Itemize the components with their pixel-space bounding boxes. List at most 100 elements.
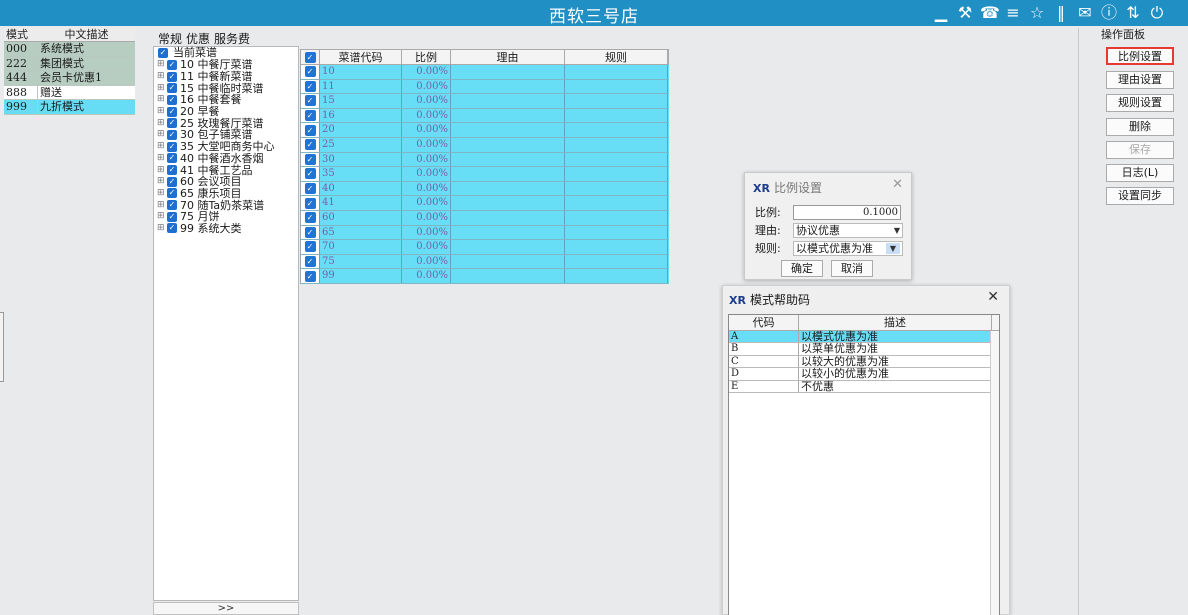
grid-cell-rate[interactable]: 0.00%	[402, 137, 451, 152]
expand-icon[interactable]: ⊞	[157, 71, 167, 82]
row-checkbox[interactable]: ✓	[301, 123, 320, 137]
grid-cell-rule[interactable]	[565, 254, 668, 269]
grid-cell-rate[interactable]: 0.00%	[402, 108, 451, 123]
grid-cell-code[interactable]: 40	[320, 181, 402, 196]
vertical-scrollbar[interactable]	[990, 331, 999, 615]
checkbox-checked-icon[interactable]: ✓	[167, 118, 177, 129]
row-checkbox[interactable]: ✓	[301, 210, 320, 225]
checkbox-checked-icon[interactable]: ✓	[167, 165, 177, 176]
grid-cell-reason[interactable]	[451, 79, 565, 94]
expand-icon[interactable]: ⊞	[157, 59, 167, 70]
tree-expand-more-button[interactable]: >>	[153, 602, 299, 615]
tree-item[interactable]: ⊞ ✓ 40 中餐酒水香烟	[154, 153, 298, 165]
tree-item[interactable]: ⊞ ✓ 60 会议项目	[154, 176, 298, 188]
grid-cell-rule[interactable]	[565, 108, 668, 123]
grid-cell-reason[interactable]	[451, 181, 565, 196]
grid-cell-rule[interactable]	[565, 79, 668, 94]
side-collapse-handle[interactable]	[0, 312, 4, 382]
grid-cell-code[interactable]: 65	[320, 225, 402, 240]
expand-icon[interactable]: ⊞	[157, 176, 167, 187]
col-header-desc[interactable]: 描述	[799, 315, 992, 330]
grid-cell-rule[interactable]	[565, 240, 668, 254]
mode-row[interactable]: 222 集团模式	[4, 56, 135, 71]
row-checkbox[interactable]: ✓	[301, 65, 320, 79]
row-checkbox[interactable]: ✓	[301, 108, 320, 123]
grid-cell-rule[interactable]	[565, 269, 668, 283]
tree-item[interactable]: ⊞ ✓ 16 中餐套餐	[154, 94, 298, 106]
checkbox-checked-icon[interactable]: ✓	[167, 71, 177, 82]
grid-cell-rule[interactable]	[565, 167, 668, 181]
grid-cell-rule[interactable]	[565, 123, 668, 137]
bars-icon[interactable]: ‖	[1052, 3, 1070, 23]
chevron-down-icon[interactable]: ▼	[886, 242, 900, 254]
grid-cell-reason[interactable]	[451, 240, 565, 254]
checkbox-checked-icon[interactable]: ✓	[158, 48, 168, 58]
rule-setting-button[interactable]: 规则设置	[1106, 94, 1174, 112]
grid-row[interactable]: ✓ 16 0.00%	[300, 108, 669, 124]
tree-item[interactable]: ⊞ ✓ 99 系统大类	[154, 223, 298, 235]
power-icon[interactable]: ⏻	[1148, 3, 1166, 23]
col-header-rate[interactable]: 比例	[402, 50, 451, 64]
expand-icon[interactable]: ⊞	[157, 223, 167, 234]
grid-cell-reason[interactable]	[451, 108, 565, 123]
checkbox-checked-icon[interactable]: ✓	[167, 200, 177, 211]
grid-cell-reason[interactable]	[451, 269, 565, 283]
mode-row[interactable]: 444 会员卡优惠1	[4, 71, 135, 86]
expand-icon[interactable]: ⊞	[157, 153, 167, 164]
tree-item[interactable]: ⊞ ✓ 75 月饼	[154, 211, 298, 223]
grid-cell-rate[interactable]: 0.00%	[402, 210, 451, 225]
grid-cell-rate[interactable]: 0.00%	[402, 152, 451, 167]
checkbox-checked-icon[interactable]: ✓	[167, 153, 177, 164]
tree-item[interactable]: ⊞ ✓ 11 中餐新菜谱	[154, 71, 298, 83]
expand-icon[interactable]: ⊞	[157, 141, 167, 152]
expand-icon[interactable]: ⊞	[157, 200, 167, 211]
row-checkbox[interactable]: ✓	[301, 254, 320, 269]
grid-cell-reason[interactable]	[451, 94, 565, 108]
log-button[interactable]: 日志(L)	[1106, 164, 1174, 182]
grid-row[interactable]: ✓ 75 0.00%	[300, 254, 669, 270]
reason-select[interactable]: 协议优惠 ▼	[793, 222, 903, 238]
grid-cell-rate[interactable]: 0.00%	[402, 269, 451, 283]
grid-cell-code[interactable]: 75	[320, 254, 402, 269]
mode-row-selected[interactable]: 999 九折模式	[4, 100, 135, 115]
reason-setting-button[interactable]: 理由设置	[1106, 71, 1174, 89]
menu-icon[interactable]: ≡	[1004, 3, 1022, 23]
grid-cell-code[interactable]: 30	[320, 152, 402, 167]
close-icon[interactable]: ✕	[892, 177, 903, 192]
checkbox-checked-icon[interactable]: ✓	[167, 83, 177, 94]
grid-cell-rule[interactable]	[565, 94, 668, 108]
grid-cell-rate[interactable]: 0.00%	[402, 181, 451, 196]
grid-cell-rule[interactable]	[565, 152, 668, 167]
grid-cell-rate[interactable]: 0.00%	[402, 167, 451, 181]
tree-item[interactable]: ⊞ ✓ 10 中餐厅菜谱	[154, 59, 298, 71]
mode-row[interactable]: 888 赠送	[4, 85, 135, 100]
select-all-checkbox[interactable]: ✓	[301, 50, 320, 64]
expand-icon[interactable]: ⊞	[157, 118, 167, 129]
grid-cell-rate[interactable]: 0.00%	[402, 225, 451, 240]
row-checkbox[interactable]: ✓	[301, 240, 320, 254]
grid-cell-rate[interactable]: 0.00%	[402, 254, 451, 269]
grid-cell-rate[interactable]: 0.00%	[402, 79, 451, 94]
col-header-code[interactable]: 菜谱代码	[320, 50, 402, 64]
expand-icon[interactable]: ⊞	[157, 165, 167, 176]
row-checkbox[interactable]: ✓	[301, 167, 320, 181]
checkbox-checked-icon[interactable]: ✓	[167, 59, 177, 70]
confirm-button[interactable]: 确定	[781, 260, 823, 277]
tools-icon[interactable]: ⚒	[956, 3, 974, 23]
rate-input[interactable]: 0.1000	[793, 204, 901, 220]
grid-row[interactable]: ✓ 35 0.00%	[300, 167, 669, 182]
grid-cell-code[interactable]: 20	[320, 123, 402, 137]
save-button[interactable]: 保存	[1106, 141, 1174, 159]
mode-row[interactable]: 000 系统模式	[4, 42, 135, 57]
mail-icon[interactable]: ✉	[1076, 3, 1094, 23]
checkbox-checked-icon[interactable]: ✓	[167, 223, 177, 234]
grid-row[interactable]: ✓ 40 0.00%	[300, 181, 669, 197]
share-icon[interactable]: ⇅	[1124, 3, 1142, 23]
checkbox-checked-icon[interactable]: ✓	[167, 129, 177, 140]
grid-row[interactable]: ✓ 99 0.00%	[300, 269, 669, 284]
mode-col-code-header[interactable]: 模式	[4, 28, 38, 41]
grid-cell-reason[interactable]	[451, 210, 565, 225]
grid-row[interactable]: ✓ 60 0.00%	[300, 210, 669, 226]
row-checkbox[interactable]: ✓	[301, 152, 320, 167]
row-checkbox[interactable]: ✓	[301, 137, 320, 152]
